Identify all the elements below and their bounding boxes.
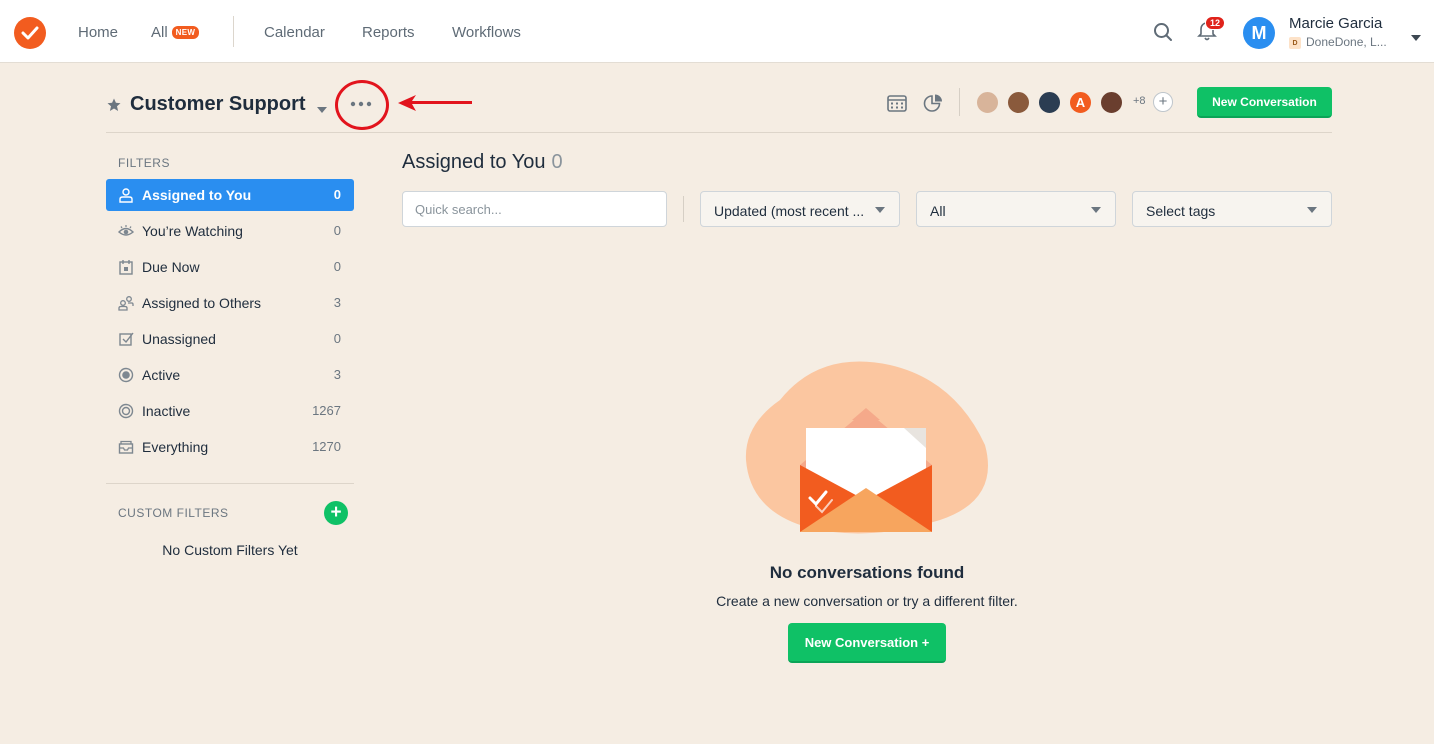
filter-count: 0	[333, 187, 341, 202]
add-member-icon[interactable]: +	[1153, 92, 1173, 112]
chevron-down-icon	[1307, 207, 1317, 213]
filter-label: Inactive	[142, 403, 191, 419]
notification-count-badge: 12	[1205, 16, 1226, 30]
nav-reports[interactable]: Reports	[362, 24, 415, 41]
sort-select[interactable]: Updated (most recent ...	[700, 191, 900, 227]
header-divider-line	[106, 132, 1332, 133]
status-select-value: All	[930, 203, 946, 219]
status-select[interactable]: All	[916, 191, 1116, 227]
filter-unassigned[interactable]: Unassigned 0	[106, 323, 354, 355]
empty-state-subtitle: Create a new conversation or try a diffe…	[716, 593, 1018, 609]
inbox-icon	[118, 440, 134, 454]
add-custom-filter-icon[interactable]: +	[324, 501, 348, 525]
filter-everything[interactable]: Everything 1270	[106, 431, 354, 463]
calendar-icon[interactable]	[886, 93, 908, 118]
filter-inactive[interactable]: Inactive 1267	[106, 395, 354, 427]
page-title: Assigned to You 0	[402, 151, 563, 173]
eye-icon	[118, 225, 134, 236]
filter-count: 0	[333, 259, 341, 274]
checkbox-icon	[119, 332, 134, 346]
star-icon[interactable]	[107, 98, 121, 117]
custom-filters-heading: CUSTOM FILTERS	[118, 506, 229, 520]
filter-youre-watching[interactable]: You’re Watching 0	[106, 215, 354, 247]
sidebar-divider	[106, 483, 354, 484]
filter-label: Assigned to You	[142, 187, 252, 203]
filter-label: Assigned to Others	[142, 295, 262, 311]
member-avatar[interactable]: A	[1068, 90, 1093, 115]
filters-heading: FILTERS	[118, 156, 170, 170]
chevron-down-icon[interactable]	[316, 101, 328, 119]
page-title-count: 0	[551, 151, 563, 173]
member-avatar[interactable]	[975, 90, 1000, 115]
filter-active[interactable]: Active 3	[106, 359, 354, 391]
empty-state-title: No conversations found	[769, 563, 965, 582]
tags-select[interactable]: Select tags	[1132, 191, 1332, 227]
filter-label: Active	[142, 367, 181, 383]
chevron-down-icon	[1091, 207, 1101, 213]
radio-filled-icon	[118, 367, 134, 383]
filter-count: 1270	[312, 439, 341, 454]
filter-count: 0	[333, 223, 341, 238]
filter-label: Everything	[142, 439, 209, 455]
filter-count: 0	[333, 331, 341, 346]
highlight-circle-annotation	[335, 80, 389, 130]
filter-count: 3	[333, 367, 341, 382]
more-members-count[interactable]: +8	[1133, 95, 1146, 107]
chevron-down-icon	[875, 207, 885, 213]
new-badge: NEW	[171, 26, 200, 39]
top-navigation-bar: Home All NEW Calendar Reports Workflows 1…	[0, 0, 1434, 63]
nav-all[interactable]: All NEW	[151, 24, 200, 41]
quick-search-input[interactable]	[402, 191, 667, 227]
filter-assigned-to-you[interactable]: Assigned to You 0	[106, 179, 354, 211]
filter-count: 1267	[312, 403, 341, 418]
chevron-down-icon[interactable]	[1410, 29, 1422, 47]
sort-select-value: Updated (most recent ...	[714, 203, 865, 219]
nav-divider	[233, 16, 234, 47]
app-logo-icon[interactable]	[14, 17, 46, 49]
no-custom-filters-text: No Custom Filters Yet	[162, 542, 298, 558]
user-avatar[interactable]: M	[1243, 17, 1275, 49]
member-avatar[interactable]	[1099, 90, 1124, 115]
new-conversation-button[interactable]: New Conversation	[1197, 87, 1332, 118]
empty-envelope-illustration	[740, 360, 992, 545]
arrow-annotation	[396, 93, 476, 118]
filter-due-now[interactable]: Due Now 0	[106, 251, 354, 283]
filter-label: Unassigned	[142, 331, 216, 347]
tags-select-value: Select tags	[1146, 203, 1216, 219]
nav-workflows[interactable]: Workflows	[452, 24, 521, 41]
member-avatar[interactable]	[1037, 90, 1062, 115]
nav-calendar[interactable]: Calendar	[264, 24, 325, 41]
filter-assigned-to-others[interactable]: Assigned to Others 3	[106, 287, 354, 319]
search-icon[interactable]	[1153, 22, 1173, 47]
toolbar-divider	[683, 196, 684, 222]
user-organization: DoneDone, L...	[1306, 35, 1387, 49]
calendar-icon	[119, 260, 133, 275]
member-avatar[interactable]	[1006, 90, 1031, 115]
org-icon: D	[1289, 37, 1301, 49]
radio-ring-icon	[118, 403, 134, 419]
project-title[interactable]: Customer Support	[130, 93, 306, 116]
header-divider	[959, 88, 960, 116]
nav-home[interactable]: Home	[78, 24, 118, 41]
filter-count: 3	[333, 295, 341, 310]
users-icon	[118, 296, 134, 311]
user-name[interactable]: Marcie Garcia	[1289, 15, 1382, 32]
reports-pie-icon[interactable]	[922, 93, 944, 118]
filter-label: Due Now	[142, 259, 200, 275]
user-icon	[119, 188, 133, 203]
filter-label: You’re Watching	[142, 223, 243, 239]
new-conversation-empty-button[interactable]: New Conversation +	[788, 623, 946, 663]
